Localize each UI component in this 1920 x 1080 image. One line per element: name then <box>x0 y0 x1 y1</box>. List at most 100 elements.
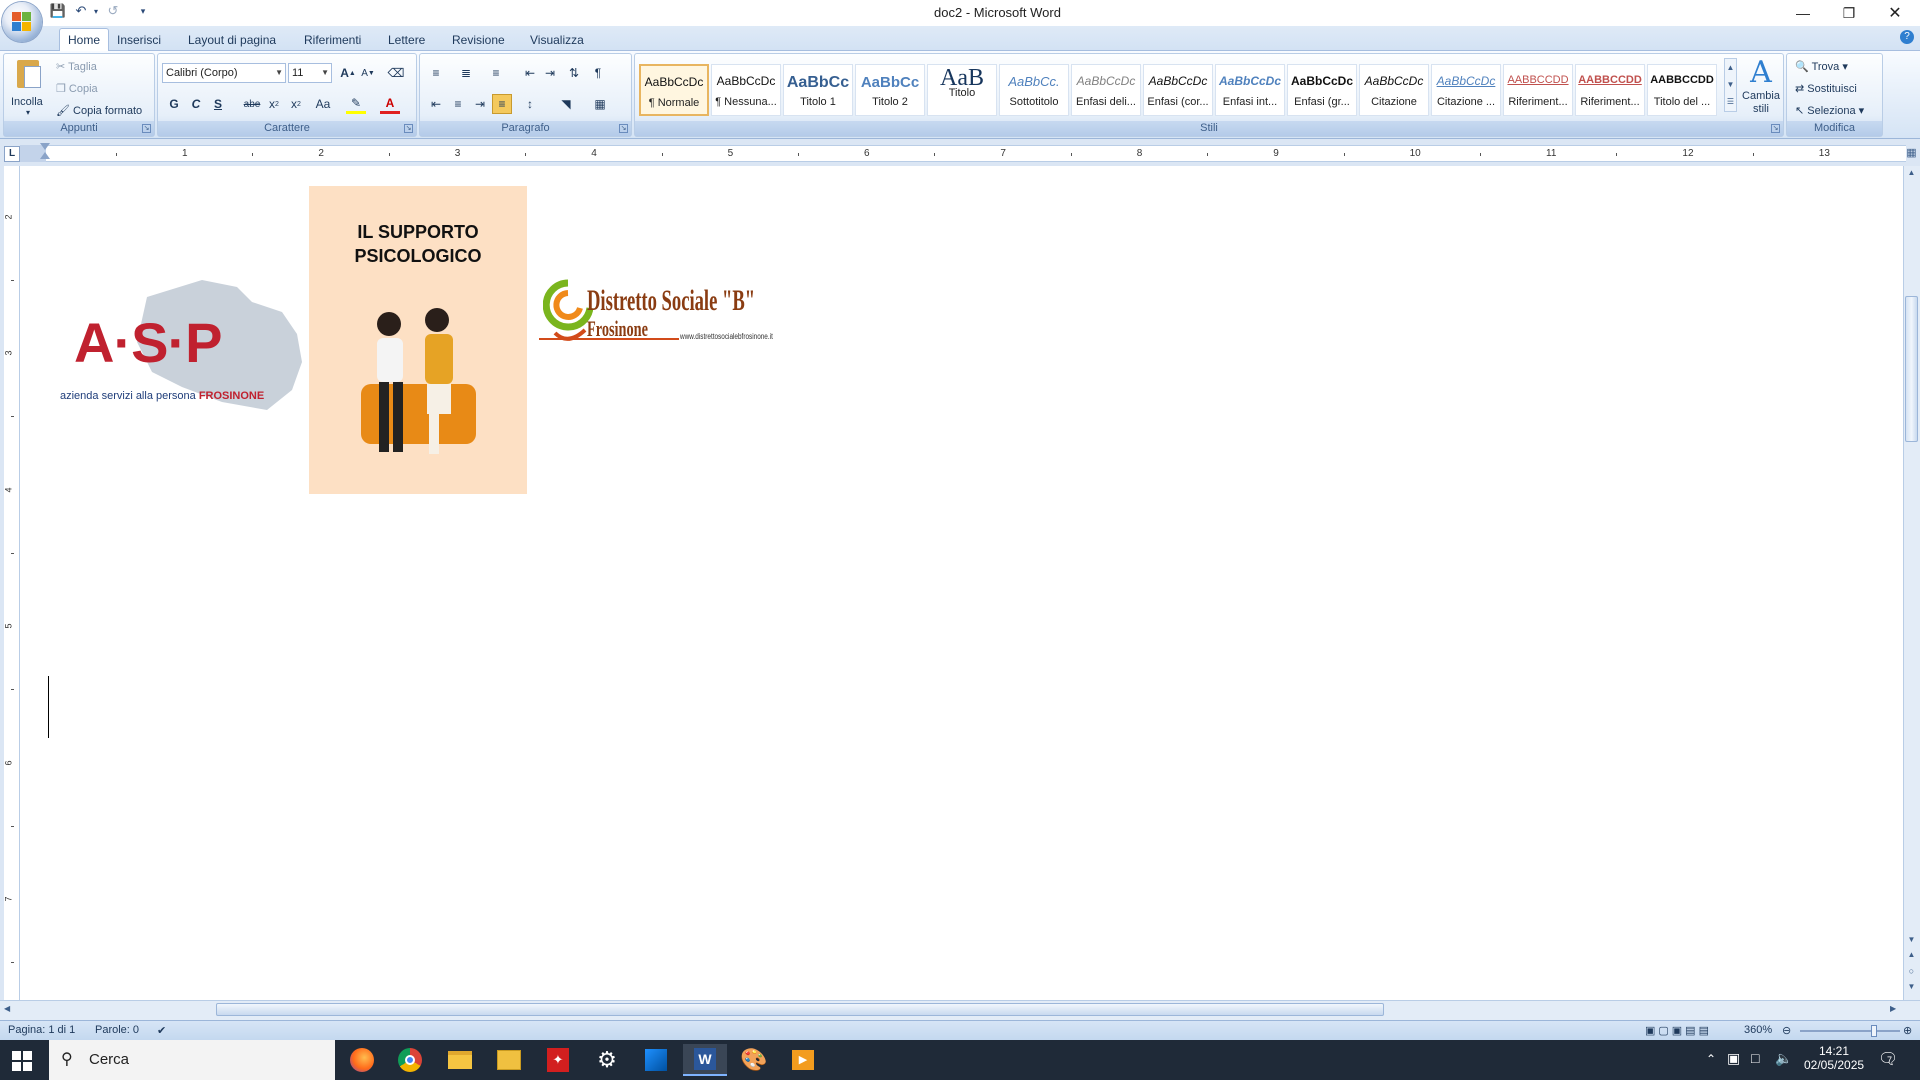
increase-indent-icon[interactable]: ⇥ <box>540 63 560 83</box>
document-page[interactable]: A·S·P azienda servizi alla persona FROSI… <box>20 166 1903 1000</box>
browse-object-icon[interactable]: ○ <box>1905 966 1918 978</box>
taskbar-search-box[interactable]: ⚲ Cerca <box>49 1040 335 1080</box>
zoom-out-icon[interactable]: ⊖ <box>1782 1024 1791 1037</box>
numbering-icon[interactable]: ≣ <box>456 63 476 83</box>
photos-icon[interactable] <box>634 1044 678 1076</box>
poster-image[interactable]: IL SUPPORTO PSICOLOGICO <box>309 186 527 494</box>
replace-button[interactable]: ⇄ Sostituisci <box>1795 82 1857 95</box>
zoom-level[interactable]: 360% <box>1744 1024 1772 1036</box>
font-size-combo[interactable]: 11 ▼ <box>288 63 332 83</box>
word-count[interactable]: Parole: 0 <box>95 1024 139 1036</box>
style-tile[interactable]: AABBCCDD Riferiment... <box>1575 64 1645 116</box>
style-tile[interactable]: AaBbCcDc Enfasi (cor... <box>1143 64 1213 116</box>
align-center-icon[interactable]: ≡ <box>448 94 468 114</box>
tab-home[interactable]: Home <box>59 28 110 52</box>
chrome-icon[interactable] <box>388 1044 432 1076</box>
mail-folder-icon[interactable] <box>487 1044 531 1076</box>
sort-icon[interactable]: ⇅ <box>564 63 584 83</box>
justify-icon[interactable]: ≡ <box>492 94 512 114</box>
dialog-launcher-icon[interactable]: ↘ <box>404 124 413 133</box>
previous-page-icon[interactable]: ▲ <box>1905 950 1918 962</box>
view-ruler-icon[interactable]: ▦ <box>1903 146 1920 164</box>
superscript-icon[interactable]: x2 <box>286 94 306 114</box>
show-formatting-icon[interactable]: ¶ <box>588 63 608 83</box>
help-icon[interactable]: ? <box>1900 30 1914 44</box>
align-right-icon[interactable]: ⇥ <box>470 94 490 114</box>
close-button[interactable]: ✕ <box>1872 0 1918 26</box>
tray-device-icon[interactable]: ▣ <box>1727 1050 1740 1067</box>
office-button[interactable] <box>2 2 42 42</box>
word-taskbar-icon[interactable]: W <box>683 1044 727 1076</box>
clock[interactable]: 14:21 02/05/2025 <box>1804 1044 1864 1072</box>
dialog-launcher-icon[interactable]: ↘ <box>619 124 628 133</box>
paste-button[interactable]: Incolla <box>11 96 43 108</box>
horizontal-ruler[interactable]: 1 2 3 4 5 6 7 8 9 10 11 12 13 <box>46 145 1906 162</box>
italic-button[interactable]: C <box>186 94 206 114</box>
change-styles-button[interactable]: A Cambia stili <box>1741 56 1781 120</box>
line-spacing-icon[interactable]: ↕ <box>520 94 540 114</box>
style-tile[interactable]: AaBbCc. Sottotitolo <box>999 64 1069 116</box>
volume-icon[interactable]: 🔈 <box>1775 1050 1792 1067</box>
tab-riferimenti[interactable]: Riferimenti <box>296 31 369 51</box>
tab-visualizza[interactable]: Visualizza <box>522 31 592 51</box>
find-button[interactable]: 🔍 Trova ▾ <box>1795 60 1848 73</box>
acrobat-icon[interactable]: ✦ <box>536 1044 580 1076</box>
restore-button[interactable]: ❐ <box>1826 0 1872 26</box>
notifications-icon[interactable]: 🗨 7 <box>1878 1049 1898 1069</box>
change-case-button[interactable]: Aa <box>310 94 336 114</box>
scroll-left-icon[interactable]: ◀ <box>4 1004 10 1013</box>
zoom-slider-thumb[interactable] <box>1871 1025 1877 1037</box>
style-tile[interactable]: AaBbCcDc Enfasi int... <box>1215 64 1285 116</box>
bold-button[interactable]: G <box>164 94 184 114</box>
bullets-icon[interactable]: ≡ <box>426 63 446 83</box>
paste-dropdown-icon[interactable]: ▾ <box>26 108 30 117</box>
tab-layout[interactable]: Layout di pagina <box>180 31 284 51</box>
settings-icon[interactable]: ⚙ <box>585 1044 629 1076</box>
style-tile[interactable]: AABBCCDD Riferiment... <box>1503 64 1573 116</box>
dialog-launcher-icon[interactable]: ↘ <box>142 124 151 133</box>
style-tile[interactable]: AaBbCcDc Citazione ... <box>1431 64 1501 116</box>
underline-button[interactable]: S <box>208 94 228 114</box>
paste-icon[interactable] <box>14 58 44 90</box>
styles-scroll-icon[interactable]: ▲ ▼ ☰ <box>1724 58 1737 112</box>
grow-font-icon[interactable]: A ▲ <box>338 63 358 83</box>
scroll-right-icon[interactable]: ▶ <box>1890 1004 1896 1013</box>
dialog-launcher-icon[interactable]: ↘ <box>1771 124 1780 133</box>
zoom-in-icon[interactable]: ⊕ <box>1903 1024 1912 1037</box>
tab-lettere[interactable]: Lettere <box>380 31 433 51</box>
zoom-slider[interactable] <box>1800 1030 1900 1032</box>
style-tile[interactable]: AaB Titolo <box>927 64 997 116</box>
style-tile[interactable]: AaBbCc Titolo 1 <box>783 64 853 116</box>
highlight-icon[interactable]: ✎ <box>346 94 366 114</box>
strikethrough-button[interactable]: abe <box>242 94 262 114</box>
format-painter-button[interactable]: 🖌 Copia formato <box>56 104 142 117</box>
scroll-up-icon[interactable]: ▲ <box>1905 168 1918 180</box>
view-buttons[interactable]: ▣▢▣▤▤ <box>1645 1024 1712 1037</box>
style-tile[interactable]: AaBbCc Titolo 2 <box>855 64 925 116</box>
style-tile[interactable]: AaBbCcDc Citazione <box>1359 64 1429 116</box>
page-count[interactable]: Pagina: 1 di 1 <box>8 1024 75 1036</box>
tray-overflow-icon[interactable]: ⌃ <box>1706 1052 1716 1066</box>
network-icon[interactable]: □ <box>1751 1050 1759 1066</box>
vertical-scroll-thumb[interactable] <box>1905 296 1918 442</box>
shading-icon[interactable]: ◥ <box>556 94 576 114</box>
style-tile[interactable]: AaBbCcDc ¶ Nessuna... <box>711 64 781 116</box>
font-name-combo[interactable]: Calibri (Corpo) ▼ <box>162 63 286 83</box>
copy-button[interactable]: ❐ Copia <box>56 82 98 95</box>
select-button[interactable]: ↖ Seleziona ▾ <box>1795 104 1864 117</box>
borders-icon[interactable]: ▦ <box>590 94 610 114</box>
vertical-scrollbar[interactable] <box>1903 166 1920 1000</box>
file-explorer-icon[interactable] <box>438 1044 482 1076</box>
tab-inserisci[interactable]: Inserisci <box>109 31 169 51</box>
vertical-ruler[interactable]: 2 3 4 5 6 7 <box>4 166 20 1000</box>
media-player-icon[interactable]: ▶ <box>781 1044 825 1076</box>
style-tile[interactable]: AaBbCcDc Enfasi deli... <box>1071 64 1141 116</box>
indent-marker-icon[interactable] <box>40 143 50 163</box>
shrink-font-icon[interactable]: A ▼ <box>358 63 378 83</box>
horizontal-scroll-thumb[interactable] <box>216 1003 1384 1016</box>
paint-icon[interactable]: 🎨 <box>732 1044 776 1076</box>
decrease-indent-icon[interactable]: ⇤ <box>520 63 540 83</box>
firefox-icon[interactable] <box>340 1044 384 1076</box>
style-tile[interactable]: AaBbCcDc ¶ Normale <box>639 64 709 116</box>
scroll-down-icon[interactable]: ▼ <box>1905 935 1918 947</box>
